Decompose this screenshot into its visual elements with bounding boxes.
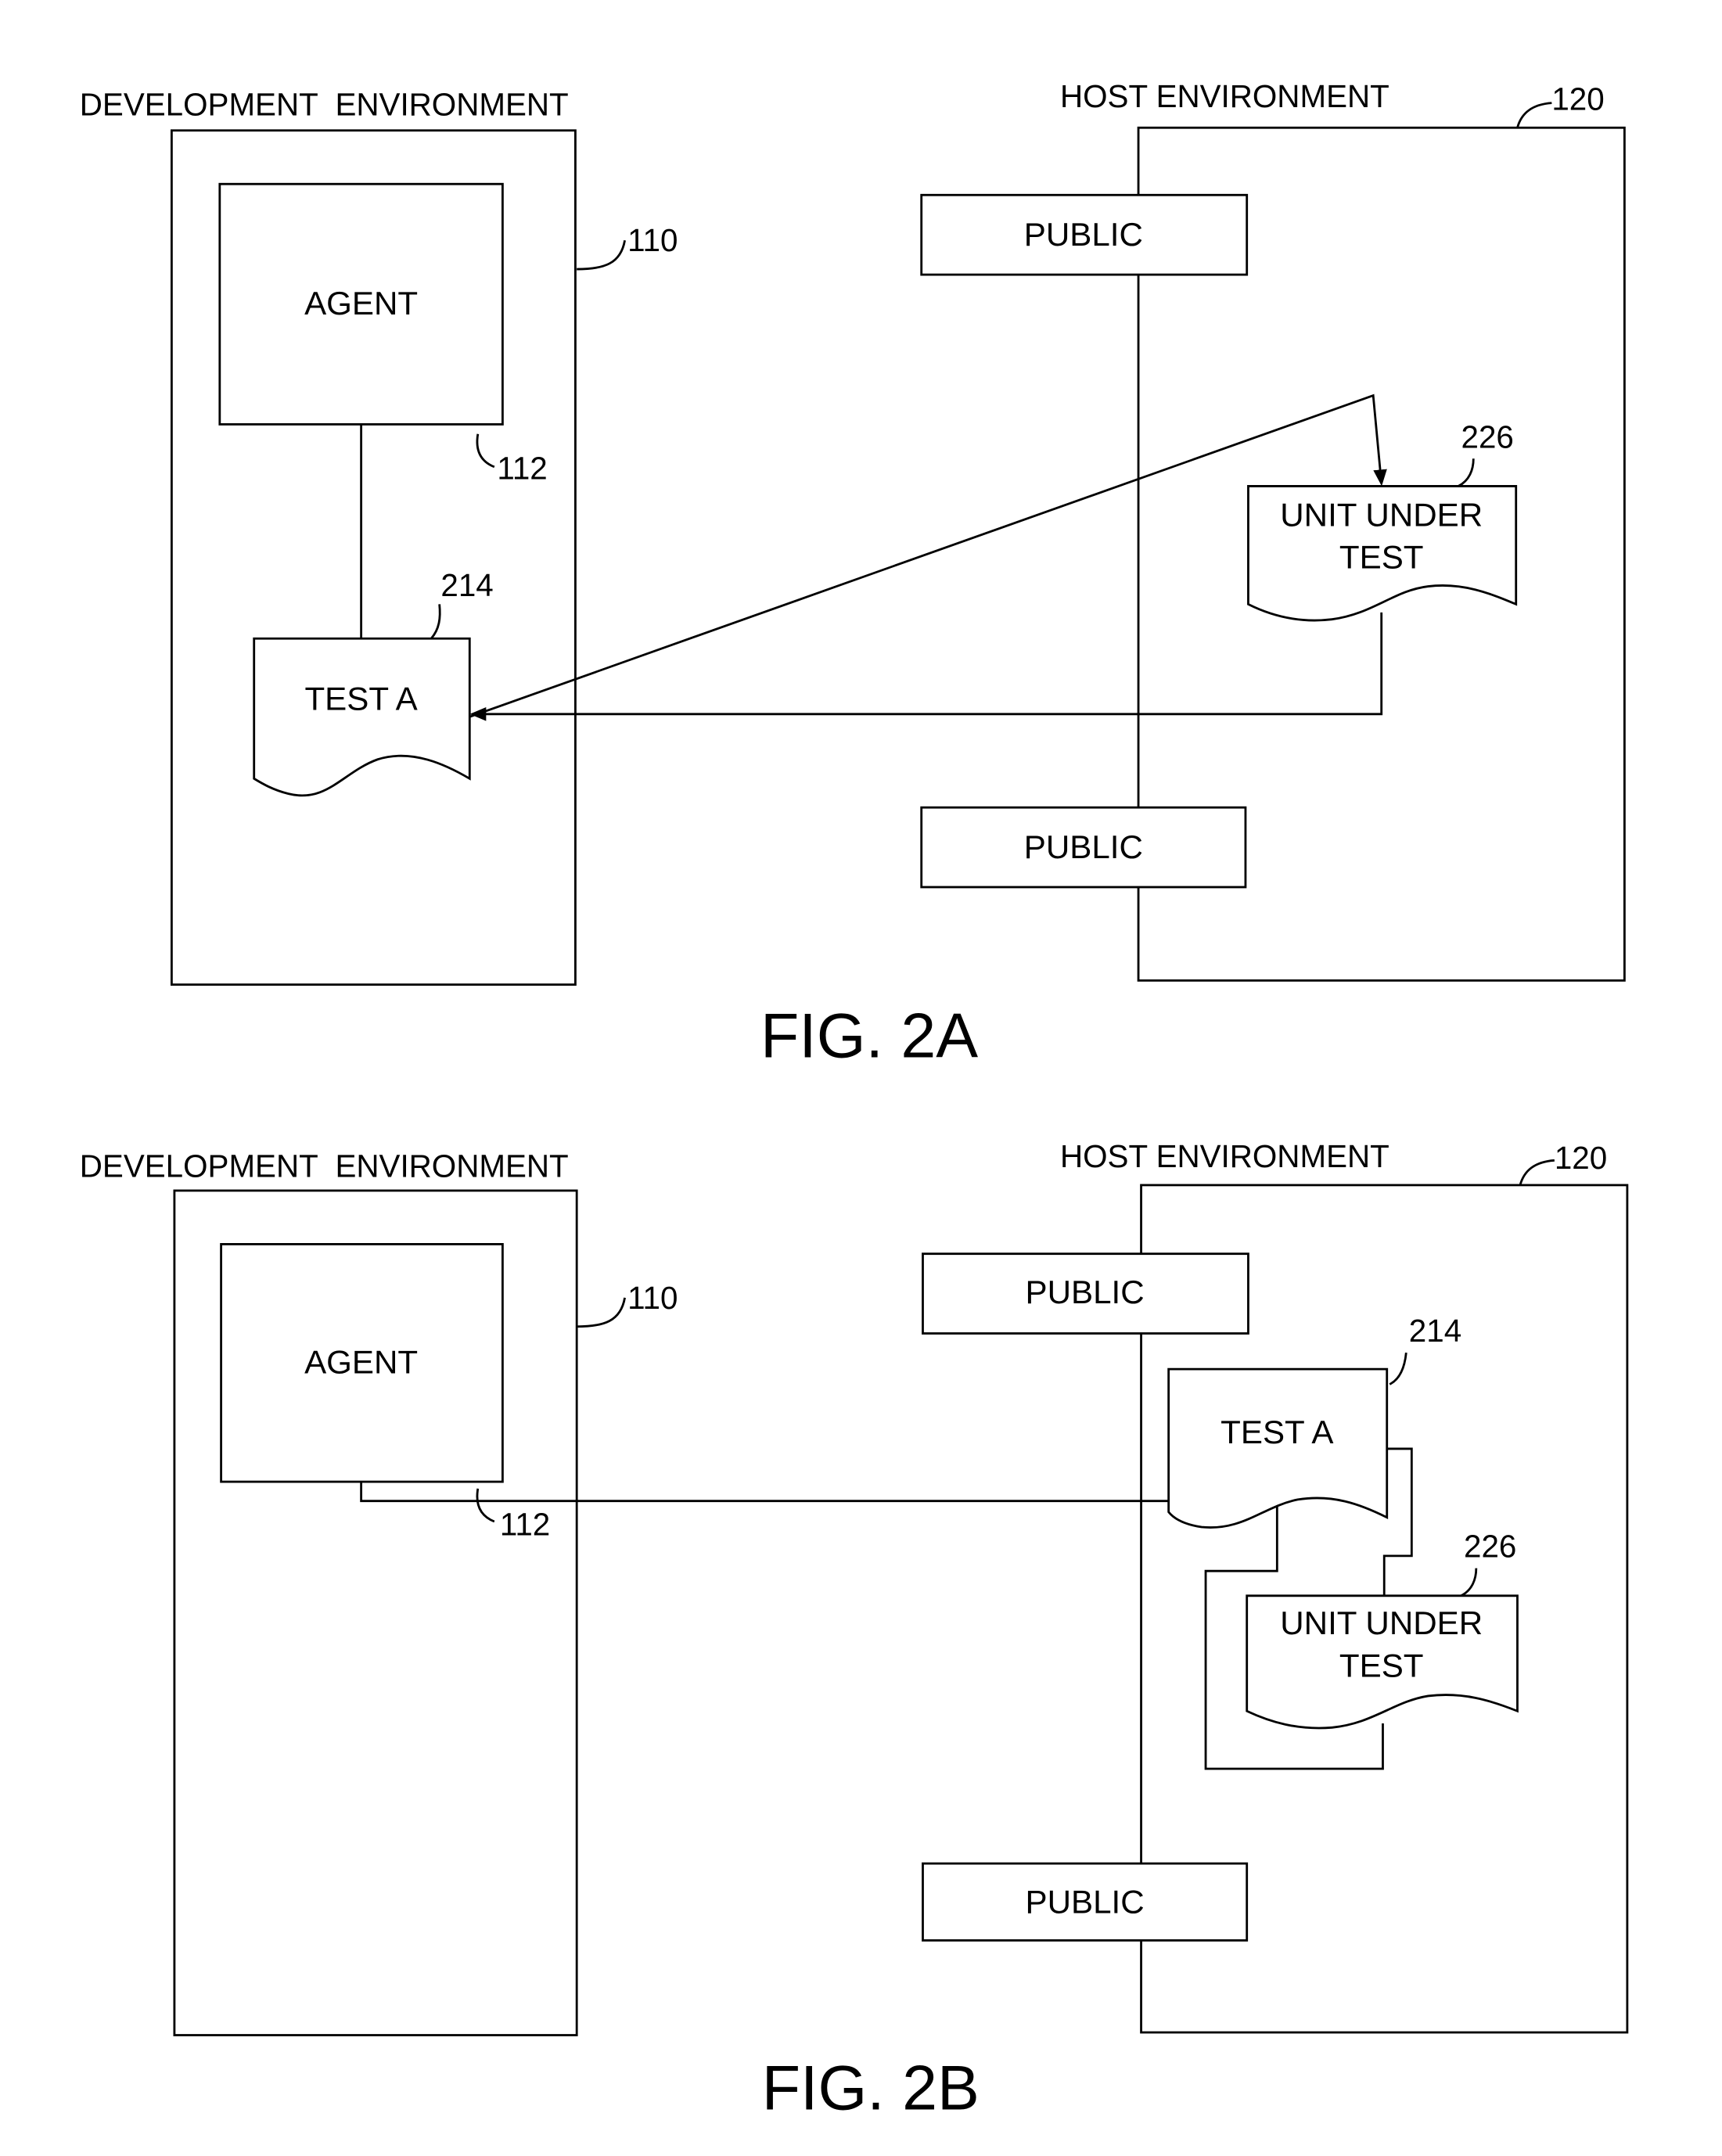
dev-env-box-2b [173, 1189, 578, 2036]
figure-caption-2b: FIG. 2B [762, 2053, 980, 2123]
figure-2b: DEVELOPMENT ENVIRONMENT 110 AGENT 112 HO… [80, 1138, 1629, 2123]
uut-ref-2a: 226 [1461, 419, 1514, 455]
dev-env-label-2b: DEVELOPMENT ENVIRONMENT [80, 1148, 569, 1184]
public-bottom-label-2a: PUBLIC [1024, 828, 1143, 865]
host-env-ref-2a: 120 [1551, 81, 1604, 117]
agent-ref-2a: 112 [497, 451, 547, 487]
agent-ref-leader-2a [476, 433, 495, 469]
test-a-label-2b: TEST A [1220, 1414, 1333, 1450]
public-top-label-2b: PUBLIC [1026, 1274, 1145, 1310]
agent-ref-2b: 112 [500, 1507, 550, 1543]
uut-ref-2b: 226 [1464, 1529, 1516, 1565]
dev-env-ref-leader-2a [577, 239, 626, 271]
test-a-doc-2a [253, 637, 471, 797]
host-env-ref-leader-2b [1519, 1159, 1555, 1186]
uut-line1-2b: UNIT UNDER [1280, 1604, 1483, 1641]
public-top-label-2a: PUBLIC [1024, 216, 1143, 253]
agent-ref-leader-2b [476, 1488, 495, 1523]
dev-env-label-2a: DEVELOPMENT ENVIRONMENT [80, 86, 569, 122]
patent-drawing: DEVELOPMENT ENVIRONMENT 110 AGENT 112 TE… [80, 78, 1629, 2123]
test-a-ref-leader-2b [1389, 1352, 1407, 1385]
test-uut-connector-right-2b [1382, 1447, 1413, 1596]
uut-line1-2a: UNIT UNDER [1280, 496, 1483, 533]
host-env-label-2b: HOST ENVIRONMENT [1060, 1138, 1389, 1174]
agent-label-2b: AGENT [304, 1343, 418, 1380]
dev-env-ref-2b: 110 [627, 1280, 678, 1316]
figure-caption-2a: FIG. 2A [760, 1001, 978, 1072]
dev-env-box-2a [170, 129, 577, 986]
dev-env-ref-leader-2b [577, 1297, 626, 1328]
figure-2a: DEVELOPMENT ENVIRONMENT 110 AGENT 112 TE… [80, 78, 1626, 1072]
uut-line2-2a: TEST [1339, 539, 1424, 576]
test-a-label-2a: TEST A [304, 681, 417, 717]
host-env-label-2a: HOST ENVIRONMENT [1060, 78, 1389, 114]
dev-env-ref-2a: 110 [627, 222, 678, 258]
agent-label-2a: AGENT [304, 285, 418, 322]
host-env-ref-2b: 120 [1555, 1140, 1607, 1176]
uut-ref-leader-2b [1460, 1568, 1478, 1597]
agent-test-connector-2b [360, 1482, 1170, 1503]
call-arrow-test-to-uut-2a [469, 393, 1387, 718]
test-a-ref-2a: 214 [440, 567, 493, 603]
public-bottom-label-2b: PUBLIC [1026, 1883, 1145, 1920]
uut-ref-leader-2a [1458, 458, 1475, 487]
test-a-ref-leader-2a [430, 604, 441, 640]
host-env-ref-leader-2a [1516, 102, 1552, 128]
uut-line2-2b: TEST [1339, 1647, 1424, 1683]
return-arrow-uut-to-test-2a [469, 612, 1383, 721]
test-a-ref-2b: 214 [1409, 1313, 1461, 1349]
